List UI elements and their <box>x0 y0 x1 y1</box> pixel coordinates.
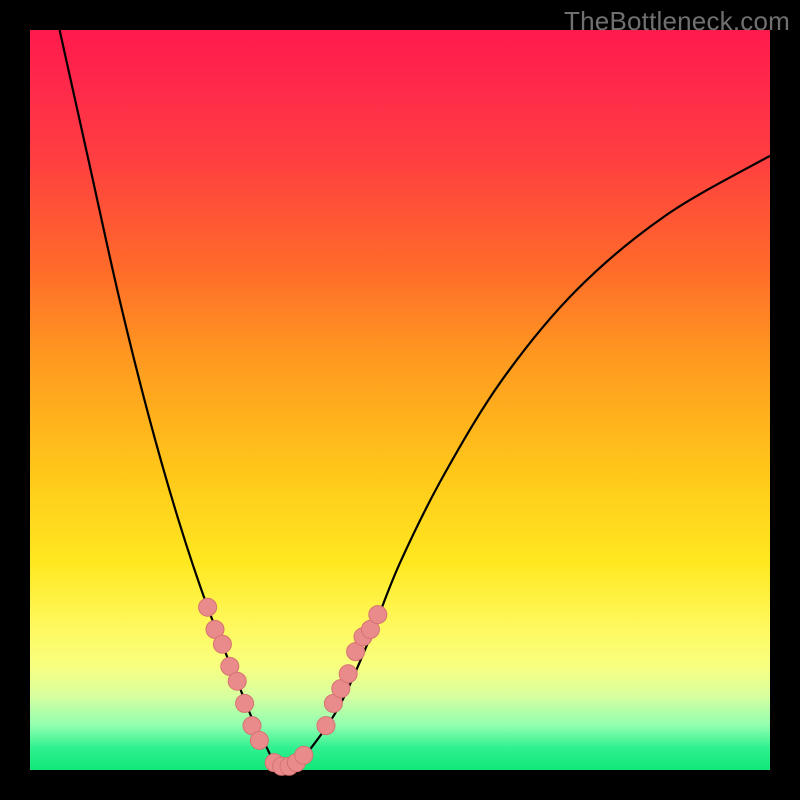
marker-dot <box>369 606 387 624</box>
chart-frame: TheBottleneck.com <box>0 0 800 800</box>
marker-dot <box>339 665 357 683</box>
marker-dot <box>236 694 254 712</box>
plot-area <box>30 30 770 770</box>
marker-dot <box>213 635 231 653</box>
marker-dot <box>199 598 217 616</box>
marker-dot <box>250 731 268 749</box>
bottleneck-curve <box>60 30 770 772</box>
marker-dot <box>317 717 335 735</box>
highlight-points-group <box>199 598 387 775</box>
marker-dot <box>295 746 313 764</box>
marker-dot <box>228 672 246 690</box>
watermark-text: TheBottleneck.com <box>564 6 790 37</box>
chart-svg <box>30 30 770 770</box>
